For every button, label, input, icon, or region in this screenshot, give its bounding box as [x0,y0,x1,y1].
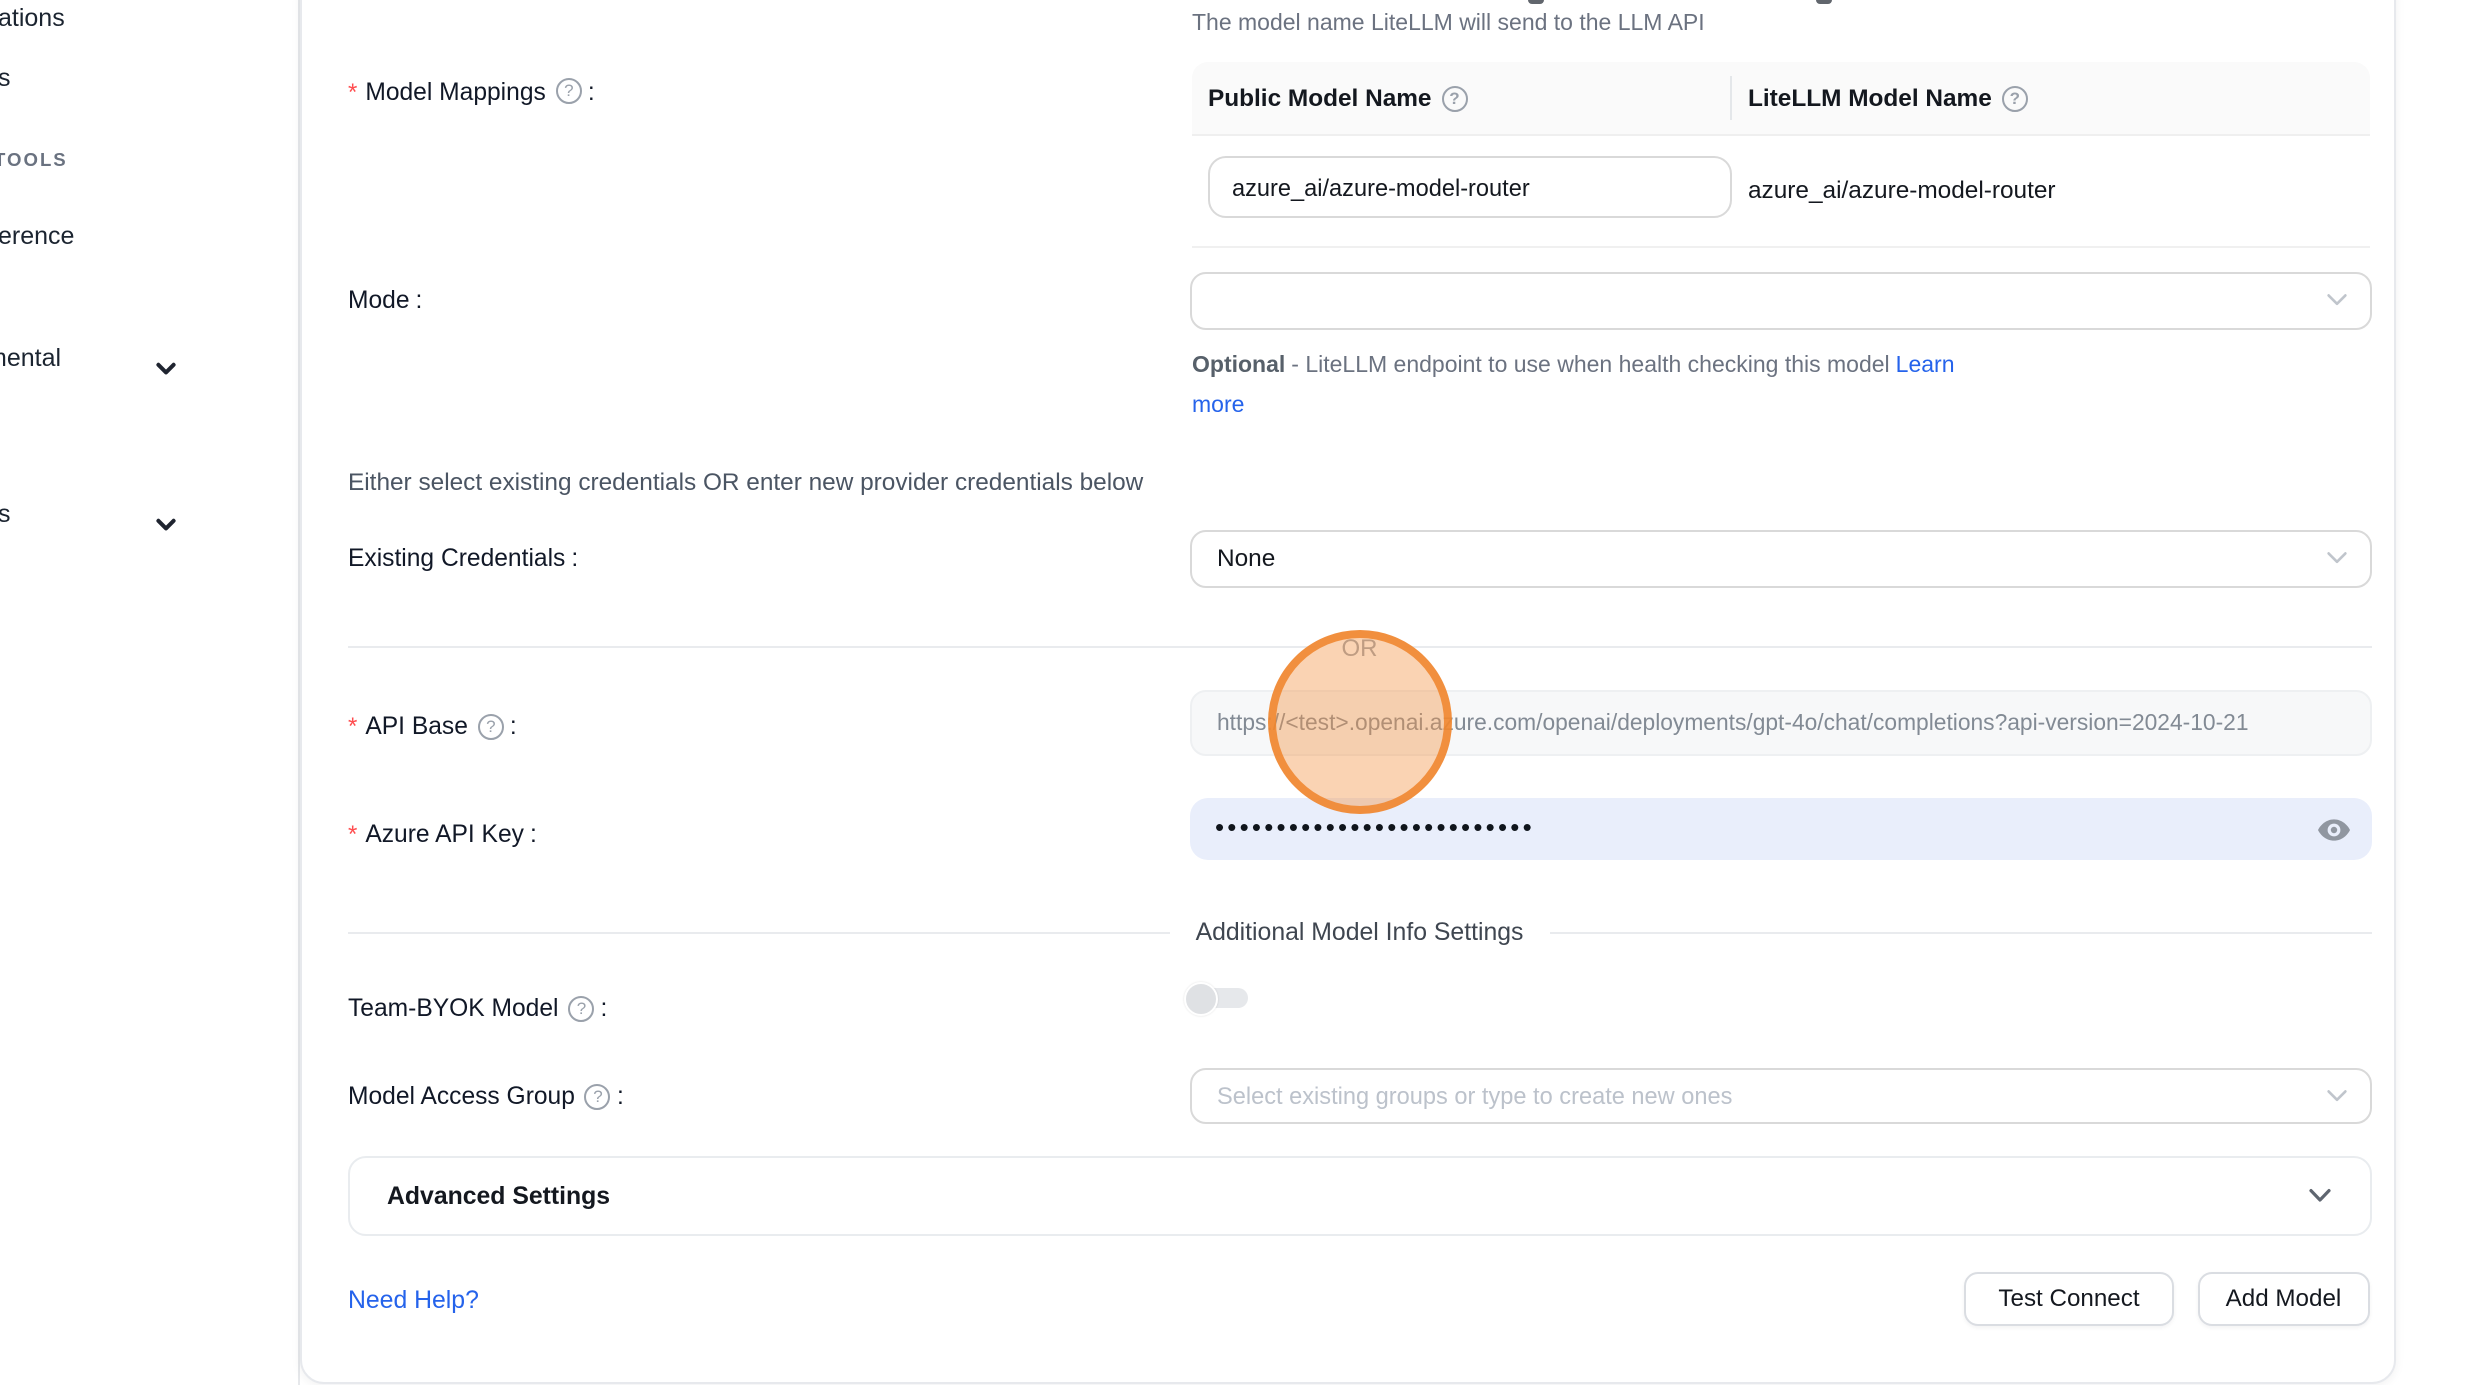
model-mappings-label: * Model Mappings ? : [348,75,595,107]
litellm-model-name-value: azure_ai/azure-model-router [1748,136,2056,245]
test-connect-button[interactable]: Test Connect [1964,1271,2174,1326]
add-model-page: ations s TOOLS erence mental s The model… [0,0,2477,1385]
model-mappings-table: Public Model Name ? LiteLLM Model Name ?… [1192,62,2370,247]
column-separator [1729,76,1731,120]
advanced-settings-panel[interactable]: Advanced Settings [348,1155,2371,1235]
chevron-down-icon [2325,294,2347,308]
existing-credentials-value: None [1217,544,1275,572]
masked-api-key: •••••••••••••••••••••••••• [1215,814,1535,840]
existing-credentials-select[interactable]: None [1189,529,2371,587]
public-model-name-input[interactable] [1208,156,1732,218]
add-model-button[interactable]: Add Model [2197,1271,2370,1326]
or-divider: OR [348,631,2371,663]
model-access-group-label: Model Access Group ? : [348,1080,624,1112]
model-access-group-select[interactable]: Select existing groups or type to create… [1189,1067,2371,1124]
required-asterisk: * [348,81,357,101]
sidebar-item-mental[interactable]: mental [0,343,61,371]
sidebar-item-erence[interactable]: erence [0,221,74,249]
team-byok-toggle[interactable] [1184,982,1248,1014]
question-circle-icon[interactable]: ? [585,1083,611,1109]
api-base-label: * API Base ? : [348,710,517,742]
sidebar: ations s TOOLS erence mental s [0,0,299,1385]
chevron-down-icon[interactable] [156,350,176,386]
table-header-row: Public Model Name ? LiteLLM Model Name ? [1192,62,2370,136]
question-circle-icon[interactable]: ? [2002,85,2028,111]
eye-icon[interactable] [2317,818,2349,840]
need-help-link[interactable]: Need Help? [348,1285,479,1313]
sidebar-item-s[interactable]: s [0,63,11,91]
mode-label: Mode : [348,283,422,315]
question-circle-icon[interactable]: ? [478,713,504,739]
table-row: azure_ai/azure-model-router [1192,136,2370,247]
cropped-text-sliver [1527,0,1543,4]
mode-help-text: Optional- LiteLLM endpoint to use when h… [1192,348,2002,426]
api-base-value: https://<test>.openai.azure.com/openai/d… [1217,711,2249,735]
required-asterisk: * [348,716,357,736]
question-circle-icon[interactable]: ? [569,995,595,1021]
mode-select[interactable] [1189,272,2371,329]
team-byok-label: Team-BYOK Model ? : [348,992,607,1024]
additional-info-divider: Additional Model Info Settings [348,916,2371,948]
additional-info-divider-label: Additional Model Info Settings [1170,918,1550,946]
chevron-down-icon [2307,1187,2331,1203]
model-name-description: The model name LiteLLM will send to the … [1192,11,1705,35]
chevron-down-icon [2325,551,2347,565]
existing-credentials-label: Existing Credentials : [348,542,578,574]
azure-api-key-label: * Azure API Key : [348,818,537,850]
toggle-knob [1184,982,1218,1016]
required-asterisk: * [348,824,357,844]
sidebar-section-tools: TOOLS [0,150,68,170]
chevron-down-icon [2325,1089,2347,1103]
sidebar-item-ations[interactable]: ations [0,3,65,31]
azure-api-key-input[interactable]: •••••••••••••••••••••••••• [1189,798,2371,860]
advanced-settings-label: Advanced Settings [387,1181,610,1209]
api-base-input[interactable]: https://<test>.openai.azure.com/openai/d… [1189,690,2371,756]
model-access-group-placeholder: Select existing groups or type to create… [1217,1082,1732,1110]
sidebar-item-settings[interactable]: s [0,499,11,527]
table-header-public-model-name: Public Model Name ? [1192,84,1729,112]
chevron-down-icon[interactable] [156,506,176,542]
table-header-litellm-model-name: LiteLLM Model Name ? [1729,84,2028,112]
or-divider-label: OR [1316,633,1404,661]
question-circle-icon[interactable]: ? [556,78,582,104]
credentials-note: Either select existing credentials OR en… [348,467,1143,495]
cropped-text-sliver [1815,0,1832,4]
question-circle-icon[interactable]: ? [1442,85,1468,111]
